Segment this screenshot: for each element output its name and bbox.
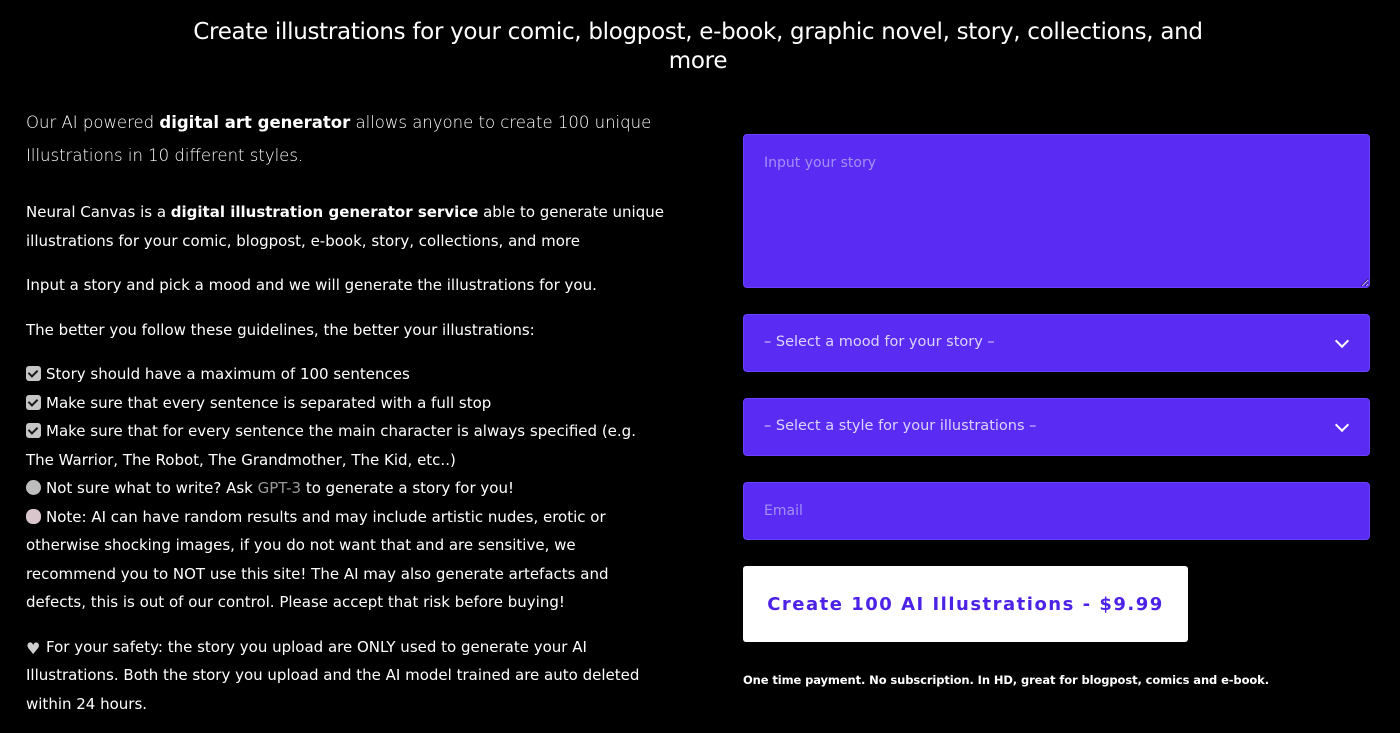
guideline-text: Make sure that for every sentence the ma…: [26, 422, 636, 469]
about-bold-text: digital illustration generator service: [170, 203, 479, 221]
mood-select-value: – Select a mood for your story –: [764, 334, 995, 350]
guidelines-intro: The better you follow these guidelines, …: [26, 320, 535, 339]
check-box-icon: [26, 366, 41, 381]
guideline-item: Story should have a maximum of 100 sente…: [26, 360, 666, 389]
guidelines-list: Story should have a maximum of 100 sente…: [26, 360, 666, 617]
gpt-tip: Not sure what to write? Ask GPT-3 to gen…: [26, 474, 666, 503]
order-form: – Select a mood for your story – – Selec…: [743, 134, 1370, 687]
payment-note: One time payment. No subscription. In HD…: [743, 673, 1269, 687]
check-box-icon: [26, 394, 41, 410]
gpt3-link[interactable]: GPT-3: [258, 479, 301, 497]
safety-note: For your safety: the story you upload ar…: [26, 633, 666, 719]
thinking-face-icon: [26, 480, 41, 495]
intro-text: Our AI powered: [26, 113, 160, 132]
intro-paragraph: Our AI powered digital art generator all…: [26, 106, 666, 172]
check-box-icon: [26, 423, 41, 438]
heart-icon: [26, 635, 41, 664]
email-field[interactable]: [743, 482, 1370, 540]
mood-select[interactable]: – Select a mood for your story –: [743, 314, 1370, 372]
guideline-item: Make sure that for every sentence the ma…: [26, 417, 666, 474]
style-select-value: – Select a style for your illustrations …: [764, 418, 1037, 434]
about-text: Neural Canvas is a: [26, 203, 171, 221]
story-input[interactable]: [743, 134, 1370, 288]
guideline-text: Make sure that every sentence is separat…: [46, 393, 492, 412]
gpt-tip-text-end: to generate a story for you!: [301, 479, 514, 497]
warning-text: Note: AI can have random results and may…: [26, 507, 609, 612]
chevron-down-icon: [1334, 333, 1350, 349]
chevron-down-icon: [1334, 417, 1350, 433]
warning-note: Note: AI can have random results and may…: [26, 503, 666, 617]
brain-icon: [26, 508, 41, 524]
guideline-item: Make sure that every sentence is separat…: [26, 389, 666, 418]
page-headline: Create illustrations for your comic, blo…: [193, 19, 1203, 74]
style-select[interactable]: – Select a style for your illustrations …: [743, 398, 1370, 456]
intro-bold-text: digital art generator: [159, 113, 351, 132]
instruction-paragraph: Input a story and pick a mood and we wil…: [26, 276, 597, 294]
gpt-tip-text: Not sure what to write? Ask: [46, 479, 258, 497]
guideline-text: Story should have a maximum of 100 sente…: [46, 365, 410, 383]
create-illustrations-button[interactable]: Create 100 AI Illustrations - $9.99: [743, 566, 1188, 642]
about-paragraph: Neural Canvas is a digital illustration …: [26, 198, 666, 255]
safety-text: For your safety: the story you upload ar…: [26, 637, 640, 713]
description-column: Our AI powered digital art generator all…: [26, 106, 666, 718]
